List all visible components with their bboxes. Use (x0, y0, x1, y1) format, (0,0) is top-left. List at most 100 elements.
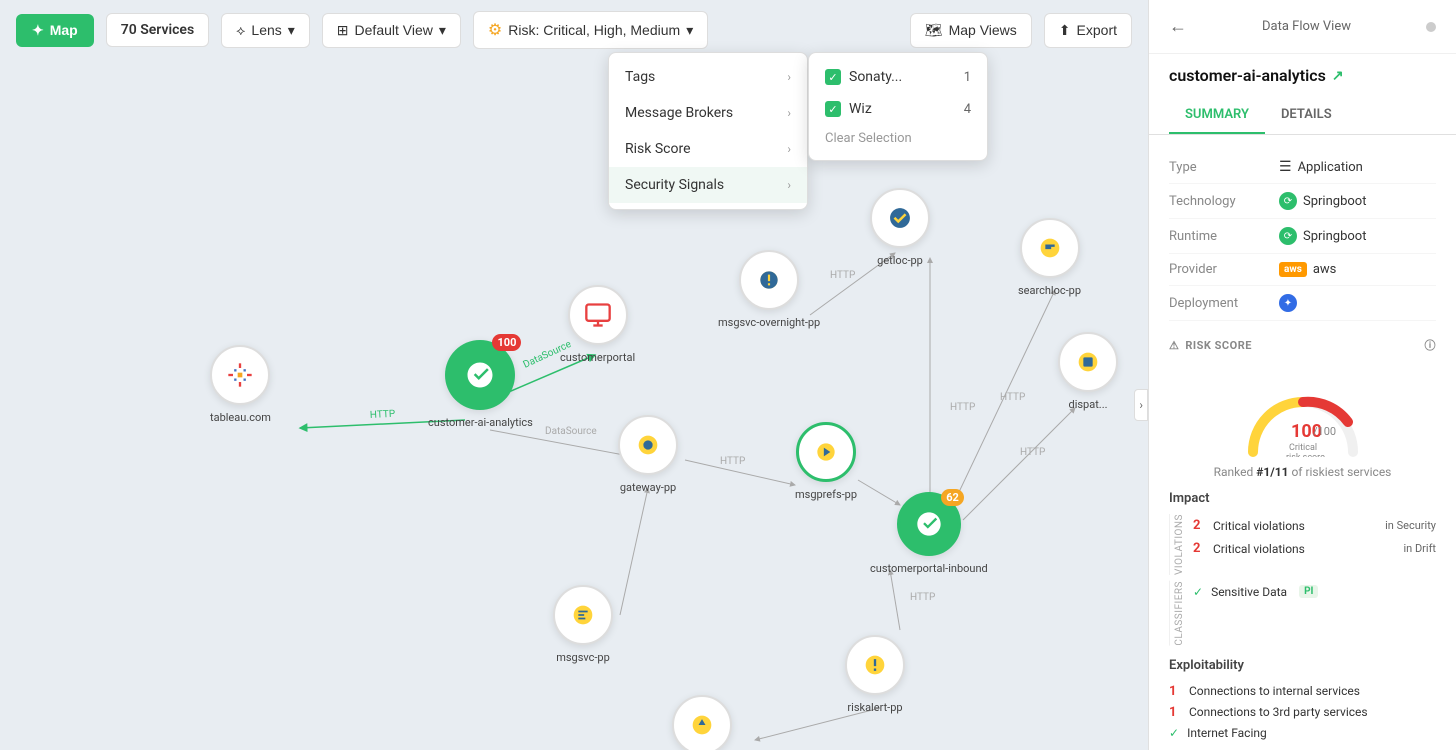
node-dispatch[interactable]: dispat... (1058, 332, 1118, 411)
node-risksvc[interactable]: risksvc-pp (672, 695, 732, 750)
risk-filter-dropdown[interactable]: ⚙ Risk: Critical, High, Medium (473, 11, 708, 49)
default-view-dropdown[interactable]: ⊞ Default View (322, 13, 461, 48)
impact-title: Impact (1169, 491, 1436, 506)
svg-text:HTTP: HTTP (1020, 447, 1045, 458)
node-circle-customerportal (568, 285, 628, 345)
tab-details[interactable]: DETAILS (1265, 97, 1348, 134)
chevron-right-icon: › (787, 142, 791, 156)
violations-section: Violations 2 Critical violations in Secu… (1169, 514, 1436, 575)
aws-icon: aws (1279, 262, 1307, 277)
risk-score-section-title: ⚠ RISK SCORE ⓘ (1169, 337, 1436, 353)
node-custportal-inbound[interactable]: 62 customerportal-inbound (870, 492, 988, 575)
node-customer-ai-analytics[interactable]: 100 customer-ai-analytics (428, 340, 533, 429)
node-circle-getloc (870, 188, 930, 248)
lens-dropdown[interactable]: ⟡ Lens (221, 13, 310, 48)
chevron-right-icon: › (787, 178, 791, 192)
score-badge-62: 62 (941, 489, 964, 506)
exploit-row-1: 1 Connections to internal services (1169, 681, 1436, 702)
chevron-down-icon (686, 22, 693, 39)
menu-item-tags[interactable]: Tags › (609, 59, 807, 95)
node-getloc[interactable]: getloc-pp (870, 188, 930, 267)
score-badge-100: 100 (492, 334, 521, 351)
violations-label: Violations (1169, 514, 1185, 575)
expand-panel-button[interactable]: › (1134, 389, 1148, 421)
info-row-technology: Technology ⟳ Springboot (1169, 184, 1436, 219)
node-circle-riskalert (845, 635, 905, 695)
node-circle-risksvc (672, 695, 732, 750)
submenu-item-wiz[interactable]: ✓ Wiz 4 (809, 93, 987, 125)
node-circle-dispatch (1058, 332, 1118, 392)
node-customerportal[interactable]: customerportal (560, 285, 635, 364)
info-row-provider: Provider aws aws (1169, 254, 1436, 286)
checkbox-sonaty[interactable]: ✓ (825, 69, 841, 85)
exploit-row-3: ✓ Internet Facing (1169, 723, 1436, 743)
node-circle-searchloc (1020, 218, 1080, 278)
classifiers-label: Classifiers (1169, 581, 1185, 646)
map-canvas: HTTP DataSource HTTP HTTP HTTP HTTP Data… (0, 60, 1148, 750)
node-circle-custportal-inbound: 62 (897, 492, 961, 556)
warning-icon: ⚠ (1169, 339, 1179, 352)
svg-text:HTTP: HTTP (830, 270, 855, 281)
status-dot (1426, 22, 1436, 32)
node-riskalert[interactable]: riskalert-pp (845, 635, 905, 714)
node-circle-tableau (210, 345, 270, 405)
map-icon: ✦ (32, 22, 44, 39)
back-button[interactable]: ← (1169, 16, 1187, 37)
classifier-row-1: ✓ Sensitive Data PI (1193, 581, 1436, 603)
chevron-right-icon: › (787, 106, 791, 120)
violation-row-2: 2 Critical violations in Drift (1193, 537, 1436, 560)
submenu-item-sonaty[interactable]: ✓ Sonaty... 1 (809, 61, 987, 93)
export-icon: ⬆ (1059, 22, 1071, 39)
svg-text:HTTP: HTTP (950, 402, 975, 413)
lens-icon: ⟡ (236, 22, 245, 39)
svg-text:HTTP: HTTP (910, 592, 935, 603)
panel-content: Type ☰ Application Technology ⟳ Springbo… (1149, 135, 1456, 750)
svg-text:risk score: risk score (1286, 453, 1325, 457)
map-button[interactable]: ✦ Map (16, 14, 94, 47)
map-views-icon: 🗺 (925, 22, 943, 39)
node-searchloc[interactable]: searchloc-pp (1018, 218, 1081, 297)
security-signals-submenu: ✓ Sonaty... 1 ✓ Wiz 4 Clear Selection (808, 52, 988, 161)
node-msgprefs[interactable]: msgprefs-pp (795, 422, 857, 501)
toolbar-right: 🗺 Map Views ⬆ Export (910, 13, 1132, 48)
chevron-down-icon (288, 22, 295, 39)
node-gateway[interactable]: gateway-pp (618, 415, 678, 494)
map-area: ✦ Map 70 Services ⟡ Lens ⊞ Default View … (0, 0, 1148, 750)
check-icon: ✓ (1169, 726, 1179, 740)
map-views-button[interactable]: 🗺 Map Views (910, 13, 1032, 48)
technology-icon: ⟳ (1279, 192, 1297, 210)
check-icon: ✓ (1193, 585, 1203, 599)
external-link-icon[interactable]: ↗ (1332, 68, 1344, 84)
info-row-runtime: Runtime ⟳ Springboot (1169, 219, 1436, 254)
right-panel: ← Data Flow View customer-ai-analytics ↗… (1148, 0, 1456, 750)
view-icon: ⊞ (337, 22, 349, 39)
node-circle-msgprefs (796, 422, 856, 482)
exploitability-title: Exploitability (1169, 658, 1436, 673)
chevron-down-icon (439, 22, 446, 39)
info-icon[interactable]: ⓘ (1425, 337, 1437, 353)
kubernetes-icon: ✦ (1279, 294, 1297, 312)
risk-icon: ⚙ (488, 20, 502, 40)
checkbox-wiz[interactable]: ✓ (825, 101, 841, 117)
risk-gauge: 100 /100 Critical risk score (1169, 361, 1436, 465)
node-msgsvc-overnight[interactable]: msgsvc-overnight-pp (718, 250, 820, 329)
panel-tabs: SUMMARY DETAILS (1149, 97, 1456, 135)
node-circle-msgsvc-pp (553, 585, 613, 645)
violation-row-1: 2 Critical violations in Security (1193, 514, 1436, 537)
view-label: Data Flow View (1195, 19, 1418, 34)
ranked-text: Ranked #1/11 of riskiest services (1169, 465, 1436, 479)
node-tableau[interactable]: tableau.com (210, 345, 271, 424)
panel-header: ← Data Flow View (1149, 0, 1456, 54)
svg-text:/100: /100 (1313, 425, 1336, 438)
export-button[interactable]: ⬆ Export (1044, 13, 1132, 48)
tab-summary[interactable]: SUMMARY (1169, 97, 1265, 134)
clear-selection-button[interactable]: Clear Selection (809, 125, 987, 152)
menu-item-security-signals[interactable]: Security Signals › (609, 167, 807, 203)
menu-item-risk-score[interactable]: Risk Score › (609, 131, 807, 167)
node-circle-gateway (618, 415, 678, 475)
svg-text:HTTP: HTTP (720, 456, 745, 467)
exploit-row-2: 1 Connections to 3rd party services (1169, 702, 1436, 723)
node-circle-msgsvc-overnight (739, 250, 799, 310)
menu-item-message-brokers[interactable]: Message Brokers › (609, 95, 807, 131)
node-msgsvc-pp[interactable]: msgsvc-pp (553, 585, 613, 664)
